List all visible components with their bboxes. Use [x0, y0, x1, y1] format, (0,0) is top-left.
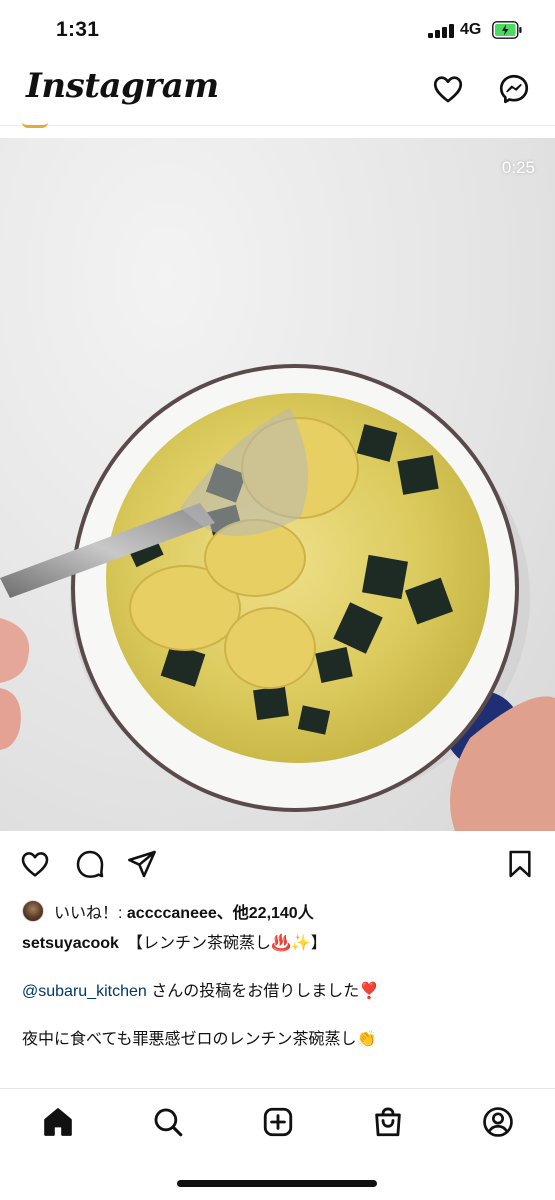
post-video[interactable]: 0:25: [0, 138, 555, 831]
network-label: 4G: [460, 21, 482, 38]
heart-icon[interactable]: [19, 848, 51, 880]
messenger-icon[interactable]: [497, 72, 531, 106]
home-icon[interactable]: [41, 1105, 75, 1139]
search-icon[interactable]: [151, 1105, 185, 1139]
caption-mention[interactable]: @subaru_kitchen: [22, 983, 147, 1000]
likes-count[interactable]: 、他22,140人: [217, 905, 314, 922]
send-icon[interactable]: [126, 848, 158, 880]
caption-title: 【レンチン茶碗蒸し♨️✨】: [126, 935, 327, 952]
likes-prefix: いいね！:: [54, 905, 127, 922]
post-actions: [0, 842, 555, 888]
home-indicator: [177, 1180, 377, 1187]
new-post-icon[interactable]: [261, 1105, 295, 1139]
video-duration: 0:25: [501, 158, 535, 177]
likes-row[interactable]: いいね！: accccaneee、他22,140人: [22, 898, 314, 924]
likes-text: いいね！: accccaneee、他22,140人: [54, 899, 314, 923]
app-header: Instagram: [0, 60, 555, 126]
liker-username[interactable]: accccaneee: [127, 905, 217, 922]
caption-body: 夜中に食べても罪悪感ゼロのレンチン茶碗蒸し👏: [22, 1031, 377, 1048]
liker-avatar[interactable]: [22, 900, 44, 922]
video-frame-image: [0, 364, 555, 831]
heart-icon[interactable]: [431, 72, 465, 106]
signal-icon: [428, 24, 454, 38]
status-bar: 1:31 4G: [0, 0, 555, 60]
caption-username[interactable]: setsuyacook: [22, 935, 119, 952]
story-avatar-ring: [22, 122, 48, 128]
instagram-logo[interactable]: Instagram: [26, 66, 219, 106]
caption-mention-suffix: さんの投稿をお借りしました❣️: [146, 983, 380, 1000]
status-time: 1:31: [56, 18, 100, 41]
bookmark-icon[interactable]: [504, 848, 536, 880]
comment-icon[interactable]: [74, 848, 106, 880]
battery-icon: [492, 21, 522, 39]
caption-mention-line: @subaru_kitchen さんの投稿をお借りしました❣️: [22, 980, 379, 1004]
post-caption: setsuyacook 【レンチン茶碗蒸し♨️✨】: [22, 932, 542, 956]
profile-icon[interactable]: [481, 1105, 515, 1139]
shop-icon[interactable]: [371, 1105, 405, 1139]
